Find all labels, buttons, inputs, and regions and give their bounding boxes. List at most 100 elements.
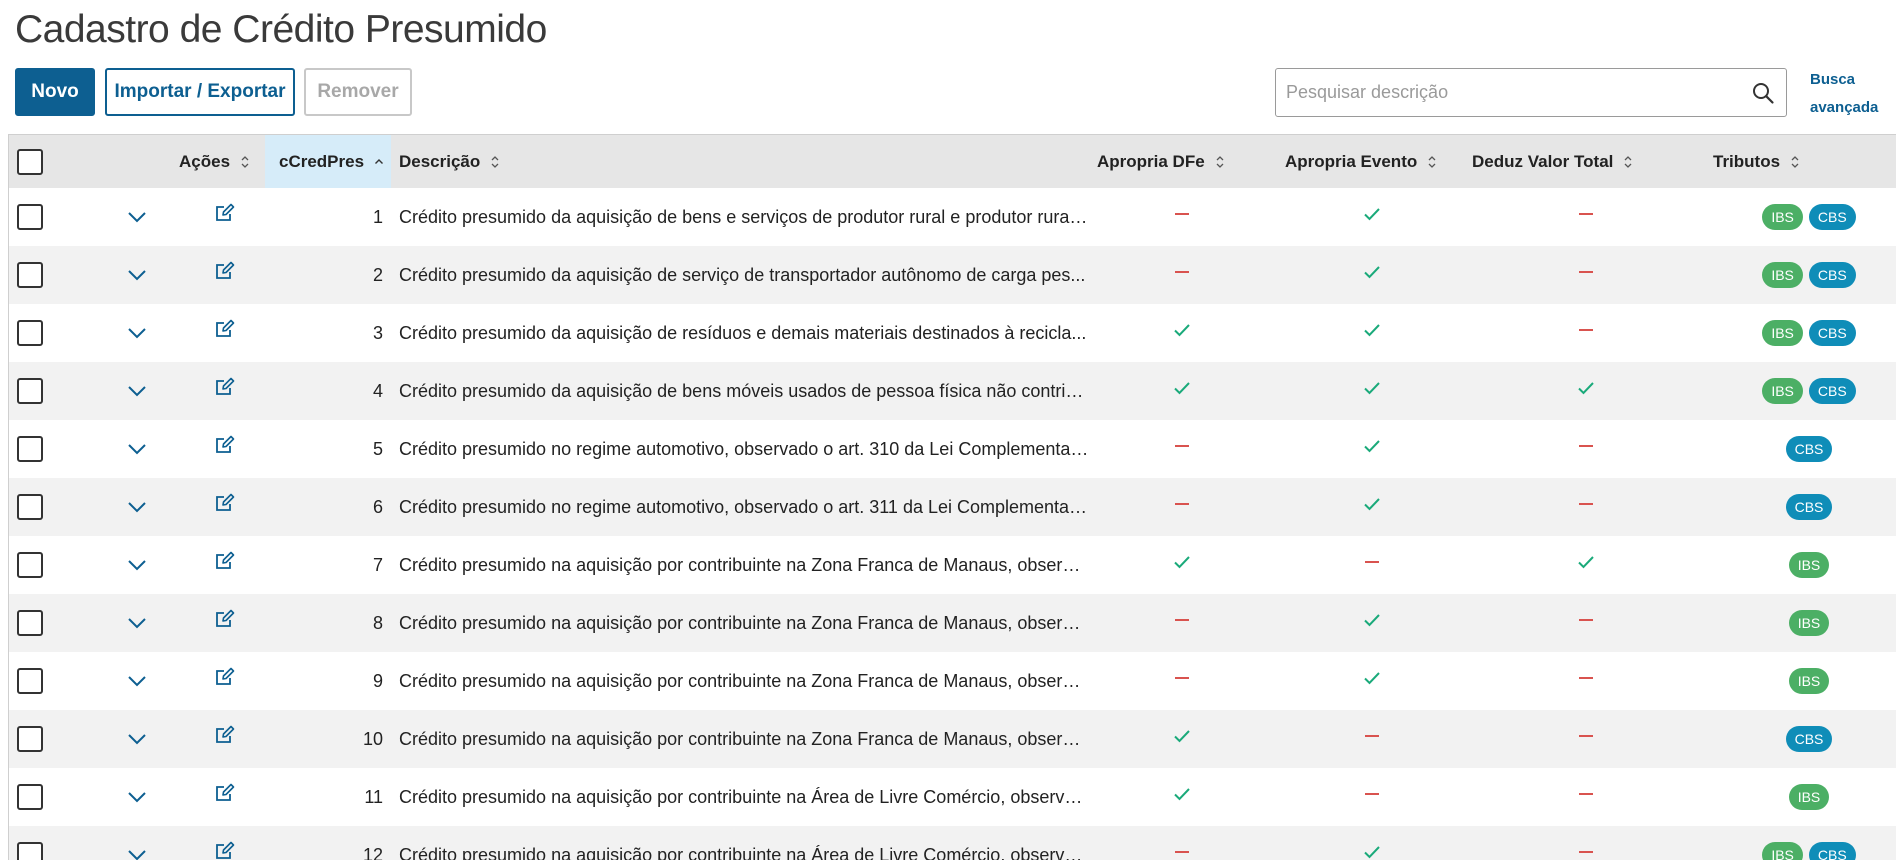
chevron-down-icon (127, 787, 147, 808)
expand-row-button[interactable] (117, 710, 157, 768)
cbs-badge: CBS (1808, 378, 1856, 404)
dash-icon (1577, 437, 1595, 455)
row-checkbox[interactable] (17, 378, 43, 404)
tributos-cell: IBS CBS (1709, 188, 1896, 246)
row-checkbox[interactable] (17, 494, 43, 520)
cbs-badge: CBS (1808, 204, 1856, 230)
expand-row-button[interactable] (117, 420, 157, 478)
edit-button[interactable] (205, 362, 245, 420)
dash-icon (1173, 611, 1191, 629)
table-row[interactable]: 9 Crédito presumido na aquisição por cont… (9, 652, 1896, 710)
cbs-badge: CBS (1785, 494, 1833, 520)
edit-button[interactable] (205, 478, 245, 536)
header-apropria-evento-label: Apropria Evento (1285, 152, 1418, 171)
expand-row-button[interactable] (117, 246, 157, 304)
row-checkbox[interactable] (17, 610, 43, 636)
header-apropria-evento[interactable]: Apropria Evento (1285, 135, 1485, 189)
edit-button[interactable] (205, 594, 245, 652)
ibs-badge: IBS (1762, 842, 1803, 860)
edit-button[interactable] (205, 188, 245, 246)
header-descricao[interactable]: Descrição (399, 135, 599, 189)
row-checkbox[interactable] (17, 726, 43, 752)
expand-row-button[interactable] (117, 536, 157, 594)
chevron-down-icon (127, 845, 147, 860)
expand-row-button[interactable] (117, 826, 157, 860)
table-row[interactable]: 11 Crédito presumido na aquisição por con… (9, 768, 1896, 826)
table-row[interactable]: 6 Crédito presumido no regime automotivo,… (9, 478, 1896, 536)
apropria-evento-cell (1342, 826, 1402, 860)
check-icon (1577, 553, 1595, 571)
edit-button[interactable] (205, 768, 245, 826)
select-all-checkbox[interactable] (17, 149, 43, 175)
header-apropria-dfe[interactable]: Apropria DFe (1097, 135, 1277, 189)
row-checkbox[interactable] (17, 320, 43, 346)
table-row[interactable]: 2 Crédito presumido da aquisição de servi… (9, 246, 1896, 304)
description-cell: Crédito presumido na aquisição por contr… (399, 768, 1089, 826)
expand-row-button[interactable] (117, 652, 157, 710)
dash-icon (1577, 321, 1595, 339)
check-icon (1173, 321, 1191, 339)
table-row[interactable]: 7 Crédito presumido na aquisição por cont… (9, 536, 1896, 594)
row-checkbox[interactable] (17, 436, 43, 462)
description-text: Crédito presumido na aquisição por contr… (399, 612, 1089, 633)
apropria-evento-cell (1342, 652, 1402, 710)
table-row[interactable]: 1 Crédito presumido da aquisição de bens … (9, 188, 1896, 246)
chevron-down-icon (127, 555, 147, 576)
edit-button[interactable] (205, 420, 245, 478)
dash-icon (1577, 495, 1595, 513)
table-row[interactable]: 12 Crédito presumido na aquisição por con… (9, 826, 1896, 860)
expand-row-button[interactable] (117, 362, 157, 420)
row-checkbox[interactable] (17, 784, 43, 810)
header-tributos[interactable]: Tributos (1713, 135, 1863, 189)
deduz-valor-total-cell (1556, 768, 1616, 826)
ccredpres-value: 1 (372, 206, 383, 227)
apropria-evento-cell (1342, 246, 1402, 304)
check-icon (1173, 727, 1191, 745)
expand-row-button[interactable] (117, 304, 157, 362)
edit-button[interactable] (205, 826, 245, 860)
ibs-badge: IBS (1762, 320, 1803, 346)
expand-row-button[interactable] (117, 478, 157, 536)
header-apropria-dfe-label: Apropria DFe (1097, 152, 1205, 171)
row-checkbox[interactable] (17, 204, 43, 230)
row-checkbox[interactable] (17, 668, 43, 694)
row-checkbox[interactable] (17, 262, 43, 288)
table-row[interactable]: 5 Crédito presumido no regime automotivo,… (9, 420, 1896, 478)
search-placeholder: Pesquisar descrição (1286, 82, 1449, 102)
expand-row-button[interactable] (117, 188, 157, 246)
edit-button[interactable] (205, 710, 245, 768)
ibs-badge: IBS (1762, 204, 1803, 230)
expand-row-button[interactable] (117, 594, 157, 652)
header-ccredpres[interactable]: cCredPres (265, 135, 391, 189)
ccredpres-value: 11 (364, 786, 383, 807)
import-export-button[interactable]: Importar / Exportar (105, 68, 295, 116)
credit-table: Ações cCredPres Descrição Apropria DFe A… (8, 134, 1896, 860)
edit-button[interactable] (205, 536, 245, 594)
edit-button[interactable] (205, 246, 245, 304)
header-actions[interactable]: Ações (179, 135, 279, 189)
row-checkbox[interactable] (17, 552, 43, 578)
apropria-dfe-cell (1152, 188, 1212, 246)
search-input[interactable]: Pesquisar descrição (1275, 68, 1787, 117)
dash-icon (1577, 785, 1595, 803)
table-row[interactable]: 4 Crédito presumido da aquisição de bens … (9, 362, 1896, 420)
header-deduz-valor-total[interactable]: Deduz Valor Total (1472, 135, 1682, 189)
search-icon[interactable] (1750, 80, 1776, 106)
remove-button[interactable]: Remover (304, 68, 412, 116)
table-row[interactable]: 8 Crédito presumido na aquisição por cont… (9, 594, 1896, 652)
edit-button[interactable] (205, 304, 245, 362)
ibs-badge: IBS (1762, 262, 1803, 288)
edit-icon (214, 607, 236, 634)
table-row[interactable]: 10 Crédito presumido na aquisição por con… (9, 710, 1896, 768)
new-button[interactable]: Novo (15, 68, 95, 116)
sort-icon (1790, 155, 1800, 169)
table-row[interactable]: 3 Crédito presumido da aquisição de resíd… (9, 304, 1896, 362)
check-icon (1363, 205, 1381, 223)
row-checkbox[interactable] (17, 842, 43, 860)
edit-button[interactable] (205, 652, 245, 710)
edit-icon (214, 723, 236, 750)
dash-icon (1173, 669, 1191, 687)
expand-row-button[interactable] (117, 768, 157, 826)
advanced-search-link[interactable]: Busca avançada (1810, 66, 1890, 122)
tributos-cell: CBS (1709, 710, 1896, 768)
